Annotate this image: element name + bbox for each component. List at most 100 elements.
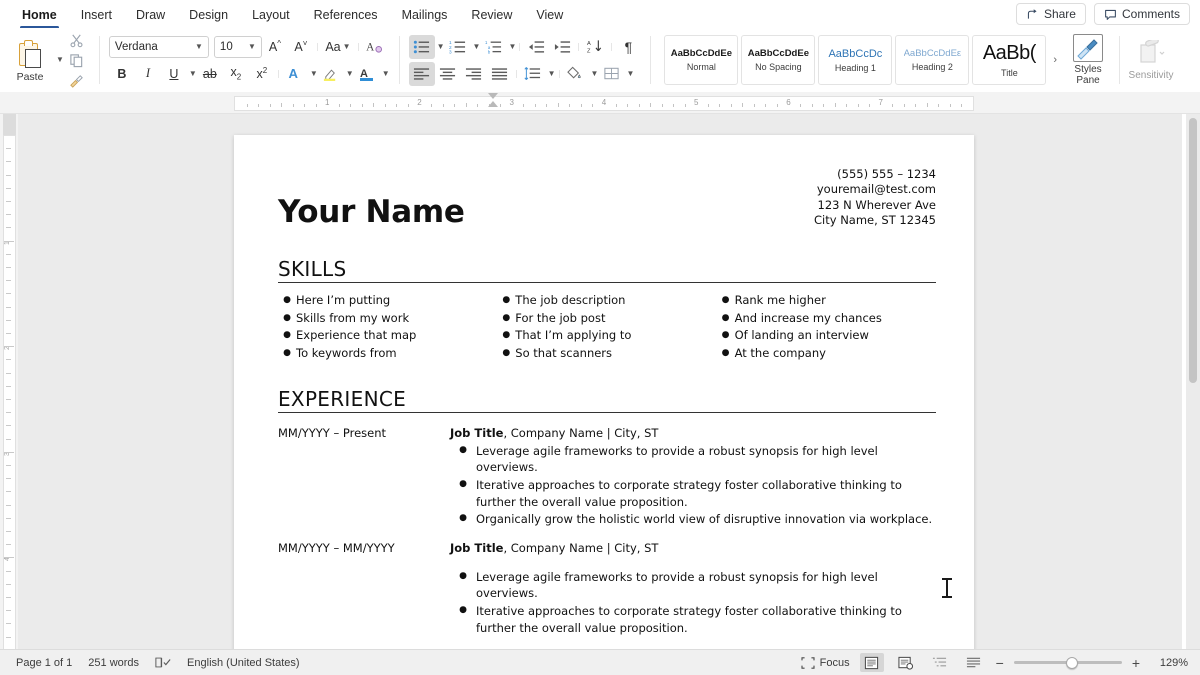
- sensitivity-button[interactable]: Sensitivity: [1123, 40, 1179, 81]
- bullets-button[interactable]: [409, 35, 435, 59]
- document-page[interactable]: Your Name (555) 555 – 1234youremail@test…: [234, 135, 974, 649]
- zoom-in-button[interactable]: +: [1132, 655, 1140, 671]
- format-painter-button[interactable]: [67, 71, 87, 89]
- skill-bullet[interactable]: ●That I’m applying to: [497, 327, 716, 344]
- line-spacing-button[interactable]: [520, 62, 546, 86]
- skill-bullet[interactable]: ●At the company: [717, 345, 936, 362]
- scrollbar-thumb[interactable]: [1189, 118, 1197, 383]
- zoom-level[interactable]: 129%: [1150, 657, 1188, 669]
- highlight-button[interactable]: [318, 62, 344, 86]
- underline-button[interactable]: U: [161, 62, 187, 86]
- line-spacing-caret-icon[interactable]: ▼: [548, 70, 556, 78]
- skill-bullet[interactable]: ●To keywords from: [278, 345, 497, 362]
- change-case-button[interactable]: Aa▼: [321, 35, 355, 59]
- styles-pane-button[interactable]: StylesPane: [1060, 34, 1116, 86]
- resume-name[interactable]: Your Name: [278, 196, 465, 229]
- zoom-slider[interactable]: [1014, 656, 1122, 670]
- style-card-h1[interactable]: AaBbCcDcHeading 1: [818, 35, 892, 85]
- font-size-select[interactable]: 10 ▼: [214, 36, 262, 58]
- skill-bullet[interactable]: ●Of landing an interview: [717, 327, 936, 344]
- borders-caret-icon[interactable]: ▼: [626, 70, 634, 78]
- superscript-button[interactable]: x2: [249, 62, 275, 86]
- style-card-h2[interactable]: AaBbCcDdEεHeading 2: [895, 35, 969, 85]
- job-bullet[interactable]: ●Organically grow the holistic world vie…: [450, 511, 936, 528]
- shading-button[interactable]: [563, 62, 589, 86]
- ribbon-tab-insert[interactable]: Insert: [69, 4, 124, 25]
- align-center-button[interactable]: [435, 62, 461, 86]
- skill-bullet[interactable]: ●Experience that map: [278, 327, 497, 344]
- align-left-button[interactable]: [409, 62, 435, 86]
- borders-button[interactable]: [598, 62, 624, 86]
- ribbon-tab-design[interactable]: Design: [177, 4, 240, 25]
- numbering-caret-icon[interactable]: ▼: [473, 43, 481, 51]
- italic-button[interactable]: I: [135, 62, 161, 86]
- shrink-font-button[interactable]: A˅: [288, 35, 314, 59]
- ribbon-tab-view[interactable]: View: [524, 4, 575, 25]
- job-dates[interactable]: MM/YYYY – MM/YYYY: [278, 540, 450, 636]
- skill-bullet[interactable]: ●Rank me higher: [717, 292, 936, 309]
- styles-gallery[interactable]: AaBbCcDdEeNormalAaBbCcDdEeNo SpacingAaBb…: [660, 35, 1050, 85]
- job-bullet[interactable]: ●Iterative approaches to corporate strat…: [450, 603, 936, 636]
- skill-bullet[interactable]: ●Here I’m putting: [278, 292, 497, 309]
- clear-formatting-button[interactable]: A: [362, 35, 388, 59]
- sort-button[interactable]: AZ: [582, 35, 608, 59]
- ribbon-tab-references[interactable]: References: [302, 4, 390, 25]
- skill-bullet[interactable]: ●And increase my chances: [717, 310, 936, 327]
- share-button[interactable]: Share: [1016, 3, 1086, 25]
- skill-bullet[interactable]: ●Skills from my work: [278, 310, 497, 327]
- skill-bullet[interactable]: ●The job description: [497, 292, 716, 309]
- font-name-select[interactable]: Verdana ▼: [109, 36, 209, 58]
- align-right-button[interactable]: [461, 62, 487, 86]
- section-heading[interactable]: SKILLS: [278, 258, 936, 280]
- increase-indent-button[interactable]: [549, 35, 575, 59]
- ribbon-tab-draw[interactable]: Draw: [124, 4, 177, 25]
- multilevel-caret-icon[interactable]: ▼: [508, 43, 516, 51]
- language-indicator[interactable]: English (United States): [187, 657, 300, 669]
- job-bullet[interactable]: ●Leverage agile frameworks to provide a …: [450, 443, 936, 476]
- print-layout-view-button[interactable]: [860, 653, 884, 672]
- job-bullet[interactable]: ●Iterative approaches to corporate strat…: [450, 477, 936, 510]
- skill-bullet[interactable]: ●For the job post: [497, 310, 716, 327]
- text-effects-caret-icon[interactable]: ▼: [310, 70, 318, 78]
- copy-button[interactable]: [67, 51, 87, 69]
- job-bullet[interactable]: ●Leverage agile frameworks to provide a …: [450, 569, 936, 602]
- strikethrough-button[interactable]: ab: [197, 62, 223, 86]
- horizontal-ruler-track[interactable]: 1234567: [234, 96, 974, 111]
- grow-font-button[interactable]: A^: [262, 35, 288, 59]
- multilevel-list-button[interactable]: 1ab: [480, 35, 506, 59]
- paste-dropdown-caret-icon[interactable]: ▼: [56, 56, 64, 64]
- ribbon-tab-mailings[interactable]: Mailings: [390, 4, 460, 25]
- font-color-button[interactable]: A: [354, 62, 380, 86]
- proofing-check-icon[interactable]: [155, 656, 171, 669]
- left-indent-marker[interactable]: [488, 101, 498, 107]
- job-heading[interactable]: Job Title, Company Name | City, ST: [450, 540, 936, 557]
- highlight-caret-icon[interactable]: ▼: [346, 70, 354, 78]
- style-card-title[interactable]: AaBb(Title: [972, 35, 1046, 85]
- subscript-button[interactable]: x2: [223, 62, 249, 86]
- chevron-right-icon[interactable]: ›: [1050, 54, 1060, 66]
- job-dates[interactable]: MM/YYYY – Present: [278, 425, 450, 528]
- job-heading[interactable]: Job Title, Company Name | City, ST: [450, 425, 936, 442]
- word-count[interactable]: 251 words: [88, 657, 139, 669]
- first-line-indent-marker[interactable]: [488, 93, 498, 99]
- underline-dropdown-caret-icon[interactable]: ▼: [189, 70, 197, 78]
- web-layout-view-button[interactable]: [894, 653, 918, 672]
- font-color-caret-icon[interactable]: ▼: [382, 70, 390, 78]
- vertical-ruler[interactable]: 12345: [0, 114, 18, 649]
- focus-button[interactable]: Focus: [801, 657, 850, 669]
- outline-view-button[interactable]: [928, 653, 952, 672]
- ribbon-tab-layout[interactable]: Layout: [240, 4, 302, 25]
- bullets-caret-icon[interactable]: ▼: [437, 43, 445, 51]
- ribbon-tab-home[interactable]: Home: [10, 4, 69, 25]
- horizontal-ruler[interactable]: 1234567: [0, 92, 1200, 114]
- shading-caret-icon[interactable]: ▼: [591, 70, 599, 78]
- zoom-out-button[interactable]: −: [996, 655, 1004, 671]
- page-indicator[interactable]: Page 1 of 1: [16, 657, 72, 669]
- document-canvas[interactable]: Your Name (555) 555 – 1234youremail@test…: [18, 114, 1182, 649]
- comments-button[interactable]: Comments: [1094, 3, 1190, 25]
- section-heading[interactable]: EXPERIENCE: [278, 388, 936, 410]
- numbering-button[interactable]: 123: [445, 35, 471, 59]
- decrease-indent-button[interactable]: [523, 35, 549, 59]
- text-effects-button[interactable]: A: [282, 62, 308, 86]
- vertical-scrollbar[interactable]: [1186, 114, 1200, 649]
